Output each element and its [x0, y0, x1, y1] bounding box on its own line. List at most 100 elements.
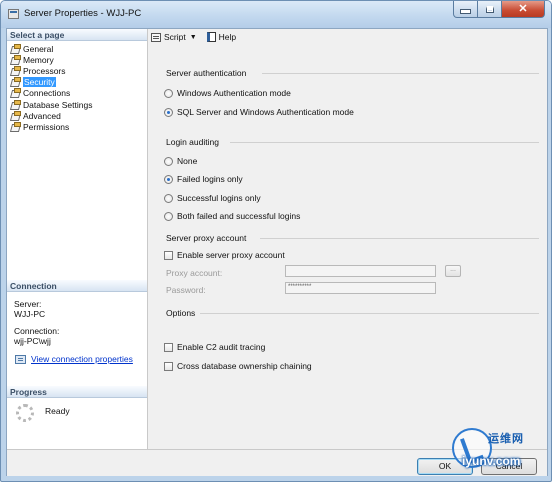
c2-audit-checkbox[interactable]: [164, 342, 173, 352]
page-item-database-settings[interactable]: Database Settings: [11, 99, 92, 110]
close-button[interactable]: ✕: [502, 1, 545, 18]
browse-proxy-button[interactable]: ...: [445, 265, 461, 277]
windows-auth-radio[interactable]: [164, 88, 173, 98]
connection-properties-icon: [15, 354, 26, 364]
login-auditing-title: Login auditing: [166, 137, 219, 147]
page-item-label: General: [23, 43, 54, 54]
page-item-security[interactable]: Security: [11, 77, 92, 88]
wrench-page-icon: [11, 99, 21, 109]
connection-value: wjj-PC\wjj: [14, 336, 51, 346]
script-button[interactable]: Script ▼: [151, 32, 201, 42]
page-item-connections[interactable]: Connections: [11, 88, 92, 99]
mixed-auth-radio[interactable]: [164, 107, 173, 117]
connection-header: Connection: [7, 280, 147, 292]
divider: [260, 238, 539, 239]
proxy-account-label: Proxy account:: [166, 268, 223, 278]
view-connection-properties-link[interactable]: View connection properties: [31, 354, 133, 364]
server-value: WJJ-PC: [14, 309, 46, 319]
proxy-account-field[interactable]: [285, 265, 436, 277]
maximize-button[interactable]: [478, 1, 502, 18]
dropdown-arrow-icon[interactable]: ▼: [190, 34, 197, 41]
cross-db-checkbox[interactable]: [164, 361, 173, 371]
watermark-cn-text: 运维网: [488, 433, 524, 445]
script-label: Script: [164, 32, 186, 42]
watermark-en-text: iyunv.com: [462, 454, 521, 468]
audit-successful-radio-row[interactable]: Successful logins only: [164, 193, 261, 203]
close-icon: ✕: [518, 2, 528, 15]
wrench-page-icon: [11, 121, 21, 131]
divider: [230, 142, 539, 143]
server-proxy-title: Server proxy account: [166, 233, 247, 243]
help-icon: [206, 32, 216, 42]
window-app-icon: [8, 9, 19, 19]
c2-audit-label: Enable C2 audit tracing: [177, 342, 266, 352]
page-item-label: Permissions: [23, 121, 70, 132]
enable-proxy-checkbox[interactable]: [164, 250, 173, 260]
cross-db-label: Cross database ownership chaining: [177, 361, 312, 371]
audit-none-radio[interactable]: [164, 156, 173, 166]
view-connection-properties-row: View connection properties: [15, 354, 133, 364]
audit-both-label: Both failed and successful logins: [177, 211, 301, 221]
connection-label: Connection:: [14, 326, 60, 336]
help-label: Help: [218, 32, 237, 42]
page-item-advanced[interactable]: Advanced: [11, 110, 92, 121]
audit-failed-radio-row[interactable]: Failed logins only: [164, 174, 243, 184]
page-item-permissions[interactable]: Permissions: [11, 121, 92, 132]
page-item-label: Database Settings: [23, 99, 93, 110]
toolbar: Script ▼ Help: [148, 29, 550, 45]
page-item-label: Memory: [23, 54, 54, 65]
minimize-button[interactable]: [453, 1, 478, 18]
select-page-header: Select a page: [7, 29, 147, 41]
password-field[interactable]: **********: [285, 282, 436, 294]
server-authentication-title: Server authentication: [166, 68, 247, 78]
divider: [262, 73, 539, 74]
audit-failed-label: Failed logins only: [177, 174, 243, 184]
page-item-memory[interactable]: Memory: [11, 54, 92, 65]
windows-auth-label: Windows Authentication mode: [177, 88, 291, 98]
audit-none-label: None: [177, 156, 198, 166]
watermark: 运维网 iyunv.com: [448, 424, 552, 482]
page-item-label: Connections: [23, 88, 71, 99]
progress-status: Ready: [45, 406, 70, 416]
audit-none-radio-row[interactable]: None: [164, 156, 197, 166]
window-controls: ✕: [453, 1, 545, 18]
page-item-processors[interactable]: Processors: [11, 65, 92, 76]
progress-header: Progress: [7, 386, 147, 398]
divider: [200, 313, 539, 314]
audit-both-radio-row[interactable]: Both failed and successful logins: [164, 211, 300, 221]
mixed-auth-label: SQL Server and Windows Authentication mo…: [177, 107, 354, 117]
right-pane: Script ▼ Help Server authentication Wind…: [148, 29, 547, 449]
options-title: Options: [166, 308, 196, 318]
title-bar[interactable]: Server Properties - WJJ-PC ✕: [1, 1, 551, 28]
audit-both-radio[interactable]: [164, 211, 173, 221]
page-item-label: Security: [23, 77, 56, 88]
maximize-icon: [485, 5, 494, 13]
cross-db-row[interactable]: Cross database ownership chaining: [164, 361, 312, 371]
wrench-page-icon: [11, 54, 21, 64]
enable-proxy-label: Enable server proxy account: [177, 250, 285, 260]
page-list: General Memory Processors Security Conne…: [11, 43, 92, 133]
progress-spinner-icon: [16, 404, 34, 422]
minimize-icon: [460, 9, 471, 14]
audit-failed-radio[interactable]: [164, 174, 173, 184]
server-properties-window: Server Properties - WJJ-PC ✕ Select a pa…: [0, 0, 552, 482]
mixed-auth-radio-row[interactable]: SQL Server and Windows Authentication mo…: [164, 107, 354, 117]
left-pane: Select a page General Memory Processors …: [7, 29, 148, 449]
script-icon: [151, 32, 161, 42]
wrench-page-icon: [11, 88, 21, 97]
wrench-page-icon: [11, 110, 21, 120]
wrench-page-icon: [11, 65, 21, 75]
audit-successful-label: Successful logins only: [177, 193, 261, 203]
audit-successful-radio[interactable]: [164, 193, 173, 203]
wrench-page-icon: [11, 77, 21, 86]
server-label: Server:: [14, 299, 42, 309]
password-label: Password:: [166, 285, 206, 295]
help-button[interactable]: Help: [206, 32, 237, 42]
page-item-label: Advanced: [23, 110, 61, 121]
c2-audit-row[interactable]: Enable C2 audit tracing: [164, 342, 265, 352]
dialog-client-area: Select a page General Memory Processors …: [6, 28, 548, 476]
page-item-general[interactable]: General: [11, 43, 92, 54]
wrench-page-icon: [11, 43, 21, 53]
windows-auth-radio-row[interactable]: Windows Authentication mode: [164, 88, 291, 98]
enable-proxy-row[interactable]: Enable server proxy account: [164, 250, 285, 260]
